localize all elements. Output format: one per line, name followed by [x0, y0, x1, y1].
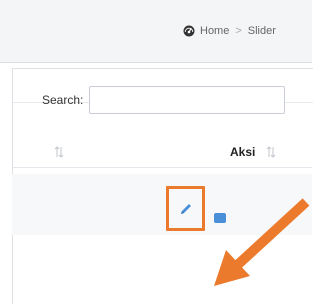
breadcrumb-slider-link[interactable]: Slider: [248, 25, 276, 37]
search-label: Search:: [42, 93, 84, 107]
annotation-arrow-icon: [214, 198, 310, 286]
search-input[interactable]: [89, 86, 286, 114]
column-header-aksi[interactable]: Aksi: [12, 141, 312, 167]
table-header: Aksi: [12, 141, 312, 168]
sort-arrows-icon: [266, 146, 276, 158]
breadcrumb-separator: >: [235, 25, 242, 37]
column-header-label: Aksi: [230, 145, 256, 159]
top-bar: Home > Slider: [0, 0, 312, 63]
breadcrumb-home-link[interactable]: Home: [200, 25, 229, 37]
pencil-icon: [180, 203, 191, 214]
edit-button[interactable]: [166, 186, 205, 231]
search-bar: Search:: [42, 86, 286, 114]
dashboard-icon: [183, 25, 195, 37]
breadcrumb: Home > Slider: [183, 25, 276, 37]
